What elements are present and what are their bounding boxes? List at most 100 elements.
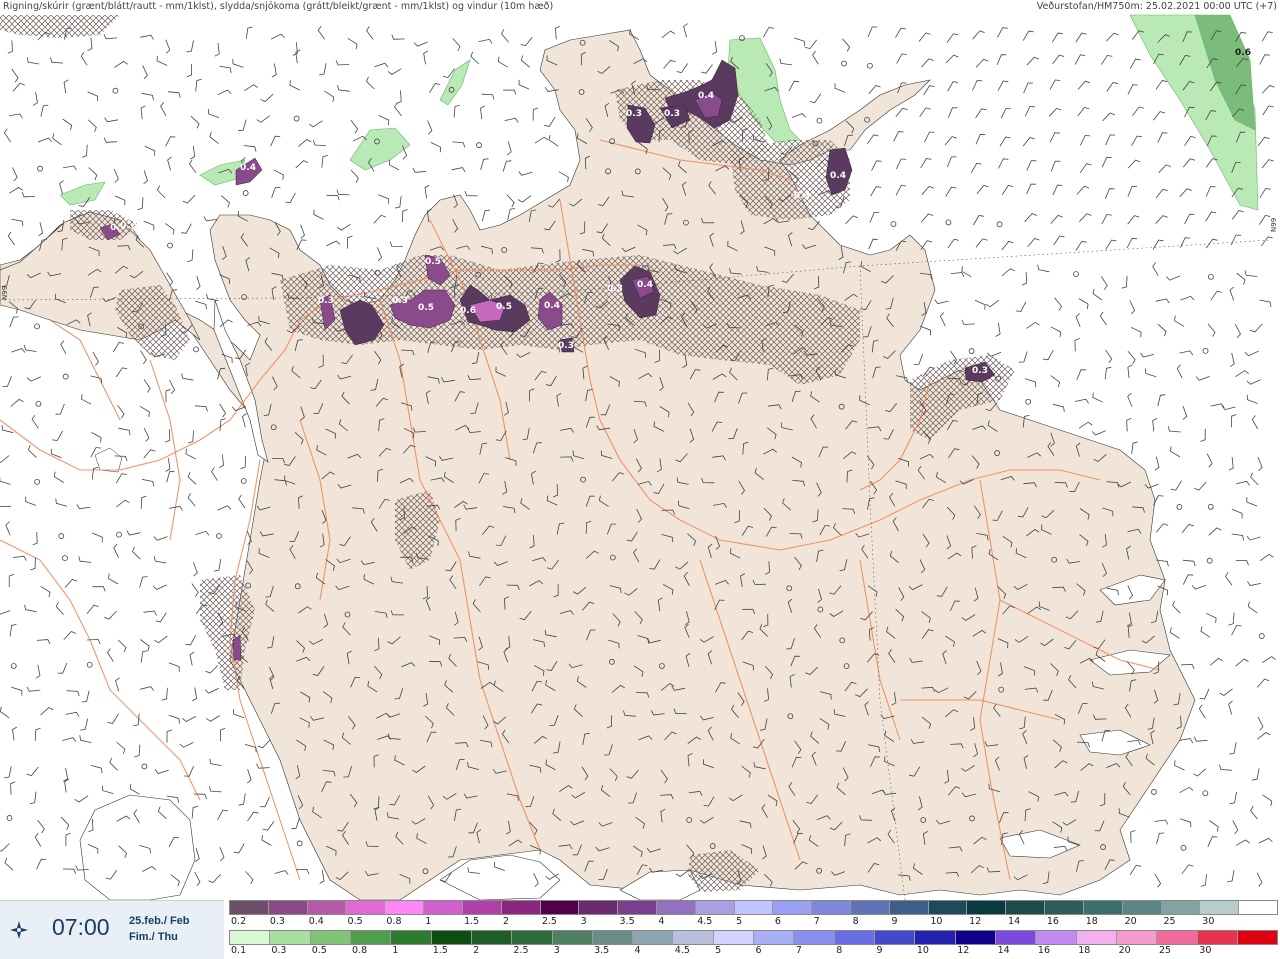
legend-swatch	[230, 931, 271, 944]
legend-swatch	[1045, 901, 1084, 914]
precip-value-label: 0.	[110, 223, 120, 233]
legend-label: 0.1	[231, 945, 247, 956]
precip-value-label: 0.4	[637, 280, 653, 290]
legend-swatch	[695, 901, 735, 914]
map-title: Rigning/skúrir (grænt/blátt/rautt - mm/1…	[3, 1, 554, 12]
model-run-info: Veðurstofan/HM750m: 25.02.2021 00:00 UTC…	[1036, 1, 1277, 12]
legend-label: 10	[916, 945, 929, 956]
legend-swatch	[875, 931, 916, 944]
legend-label: 2	[502, 916, 509, 927]
legend-label: 18	[1078, 945, 1091, 956]
forecast-date: 25.feb./ Feb	[129, 915, 190, 927]
precip-value-label: 0.4	[240, 163, 256, 173]
legend-label: 0.3	[271, 945, 287, 956]
legend-swatch	[230, 901, 269, 914]
legend-label: 3	[553, 945, 560, 956]
legend-swatch	[1237, 931, 1278, 944]
snow-legend-bar	[229, 900, 1278, 915]
legend-swatch	[540, 901, 580, 914]
legend-swatch	[501, 901, 541, 914]
legend-label: 9	[891, 916, 898, 927]
precip-value-label: 0.3	[607, 284, 623, 294]
forecast-weekday: Fim./ Thu	[129, 931, 178, 943]
precip-value-label: 0.3	[664, 109, 680, 119]
legend-swatch	[424, 901, 463, 914]
legend-label: 3	[580, 916, 587, 927]
legend-label: 7	[795, 945, 802, 956]
legend-label: 1	[392, 945, 399, 956]
legend-swatch	[1116, 931, 1158, 944]
legend-swatch	[1200, 901, 1240, 914]
legend-swatch	[268, 901, 308, 914]
legend-label: 14	[1008, 916, 1021, 927]
legend-swatch	[1083, 901, 1123, 914]
legend-swatch	[391, 931, 432, 944]
legend-label: 25	[1163, 916, 1176, 927]
forecast-time: 07:00	[52, 914, 110, 940]
legend-swatch	[618, 901, 657, 914]
snow-legend-labels: 0.2 0.3 0.4 0.5 0.8 1 1.5 2 2.5 3 3.5 4 4.5 5 6 7 8 9 10 12…	[229, 916, 1278, 928]
grid-label-right: N99	[1270, 217, 1278, 232]
precip-value-label: 0.6	[460, 306, 476, 316]
legend-label: 0.5	[347, 916, 363, 927]
legend-label: 18	[1085, 916, 1098, 927]
precip-value-label: 0.	[120, 221, 130, 231]
legend-swatch	[1006, 901, 1046, 914]
legend-label: 0.8	[386, 916, 402, 927]
legend-label: 25	[1158, 945, 1172, 956]
legend-label: 2.5	[513, 945, 529, 956]
legend-swatch	[995, 931, 1037, 944]
legend-label: 3.5	[619, 916, 635, 927]
legend-swatch	[734, 901, 774, 914]
arrow-pointer-icon[interactable]	[8, 919, 30, 941]
legend-label: 14	[997, 945, 1010, 956]
legend-label: 8	[852, 916, 859, 927]
legend-label: 2	[473, 945, 480, 956]
legend-label: 1.5	[464, 916, 480, 927]
legend-swatch	[812, 901, 851, 914]
legend-label: 30	[1202, 916, 1215, 927]
legend-swatch	[673, 931, 714, 944]
precip-value-label: 0.3	[972, 366, 988, 376]
legend-swatch	[1239, 901, 1277, 914]
rain-legend-bar	[229, 930, 1278, 945]
legend-swatch	[889, 901, 929, 914]
legend-label: 1.5	[432, 945, 448, 956]
precip-value-label: 0.5	[425, 257, 441, 267]
legend-swatch	[431, 931, 472, 944]
legend-swatch	[307, 901, 347, 914]
legend-swatch	[1076, 931, 1117, 944]
weather-map: 0.40.0.3 0.30.40.30.40.30.50.30.5 0.6 0.5 0.…	[0, 0, 1280, 958]
precip-value-label: 0.3	[318, 296, 334, 306]
glacier-area-1	[79, 794, 196, 901]
legend-label: 0.8	[352, 945, 368, 956]
precip-value-label: 0.4	[830, 171, 846, 181]
legend-label: 10	[930, 916, 943, 927]
legend-label: 7	[813, 916, 820, 927]
legend-swatch	[656, 901, 696, 914]
legend-swatch	[310, 931, 351, 944]
legend-label: 4	[658, 916, 665, 927]
legend-swatch	[851, 901, 890, 914]
legend-swatch	[955, 931, 996, 944]
legend-label: 20	[1118, 945, 1131, 956]
legend-swatch	[1157, 931, 1198, 944]
legend-label: 4	[634, 945, 641, 956]
legend-label: 12	[957, 945, 970, 956]
precip-value-label: 0.	[131, 223, 141, 233]
legend-swatch	[270, 931, 311, 944]
grid-label-left: N99	[1, 285, 9, 300]
legend-swatch	[1197, 931, 1238, 944]
legend-label: 30	[1199, 945, 1212, 956]
legend-label: 6	[755, 945, 762, 956]
legend-swatch	[713, 931, 755, 944]
legend-label: 3.5	[594, 945, 610, 956]
legend-swatch	[385, 901, 425, 914]
precip-value-label: 0.6	[1235, 48, 1251, 58]
legend-swatch	[773, 901, 813, 914]
legend-label: 6	[774, 916, 781, 927]
legend-swatch	[592, 931, 634, 944]
legend-swatch	[512, 931, 553, 944]
legend-label: 12	[969, 916, 982, 927]
legend-label: 20	[1124, 916, 1137, 927]
